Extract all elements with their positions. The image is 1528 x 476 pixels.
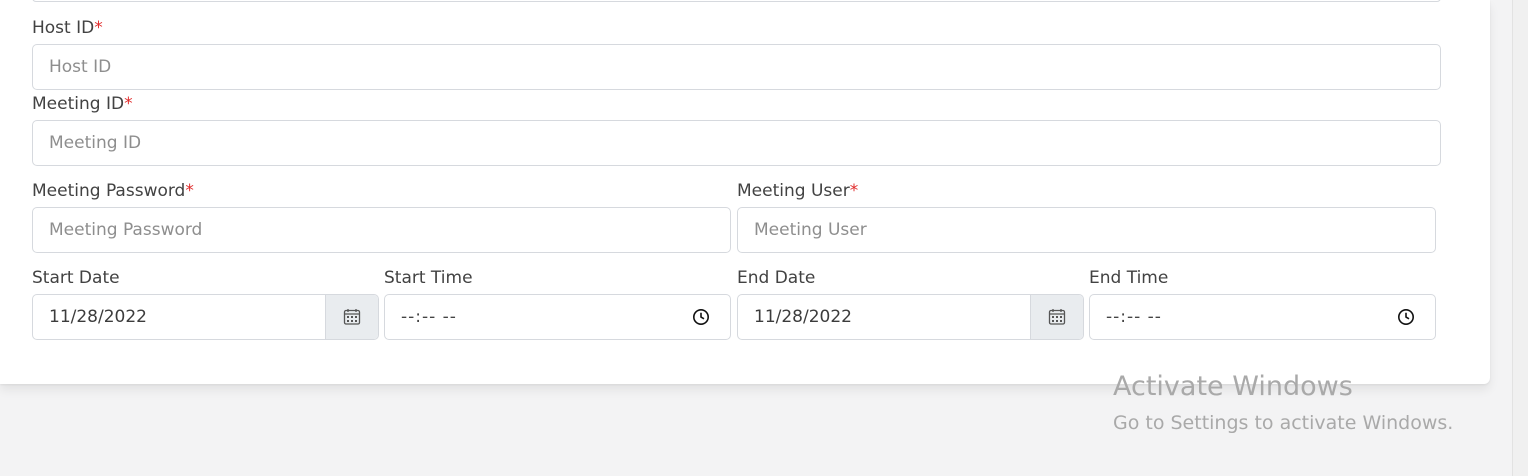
calendar-icon: [1048, 309, 1066, 325]
clock-icon[interactable]: [692, 308, 710, 326]
required-mark: *: [849, 181, 859, 201]
meeting-password-label-text: Meeting Password: [32, 181, 186, 201]
start-time-input[interactable]: --:-- --: [384, 294, 731, 340]
end-date-label: End Date: [737, 268, 816, 288]
start-date-picker[interactable]: 11/28/2022: [32, 294, 379, 340]
clock-icon[interactable]: [1397, 308, 1415, 326]
required-mark: *: [94, 18, 103, 38]
start-date-value[interactable]: 11/28/2022: [49, 295, 147, 339]
form-card: Host ID* Meeting ID* Meeting Password* M…: [0, 0, 1490, 384]
calendar-icon: [343, 309, 361, 325]
meeting-id-label-text: Meeting ID: [32, 94, 125, 114]
meeting-id-input[interactable]: [32, 120, 1441, 166]
meeting-user-label-text: Meeting User: [737, 181, 850, 201]
meeting-password-input[interactable]: [32, 207, 731, 253]
previous-field-bottom[interactable]: [32, 0, 1441, 2]
activate-windows-watermark: Activate Windows Go to Settings to activ…: [1113, 369, 1453, 438]
end-time-label: End Time: [1089, 268, 1169, 288]
start-time-value[interactable]: --:-- --: [401, 295, 457, 339]
required-mark: *: [124, 94, 133, 114]
meeting-id-label: Meeting ID*: [32, 93, 133, 115]
start-time-label: Start Time: [384, 268, 473, 288]
end-time-input[interactable]: --:-- --: [1089, 294, 1436, 340]
required-mark: *: [185, 181, 194, 201]
start-date-label: Start Date: [32, 268, 120, 288]
vertical-scrollbar[interactable]: [1512, 0, 1528, 476]
end-time-value[interactable]: --:-- --: [1106, 295, 1162, 339]
meeting-user-input[interactable]: [737, 207, 1436, 253]
watermark-subtitle: Go to Settings to activate Windows.: [1113, 412, 1454, 434]
host-id-label-text: Host ID: [32, 18, 95, 38]
end-date-value[interactable]: 11/28/2022: [754, 295, 852, 339]
host-id-input[interactable]: [32, 44, 1441, 90]
end-date-calendar-button[interactable]: [1030, 295, 1083, 339]
meeting-user-label: Meeting User*: [737, 180, 858, 202]
watermark-title: Activate Windows: [1113, 371, 1353, 402]
host-id-label: Host ID*: [32, 17, 103, 39]
end-date-picker[interactable]: 11/28/2022: [737, 294, 1084, 340]
start-date-calendar-button[interactable]: [325, 295, 378, 339]
meeting-password-label: Meeting Password*: [32, 180, 194, 202]
